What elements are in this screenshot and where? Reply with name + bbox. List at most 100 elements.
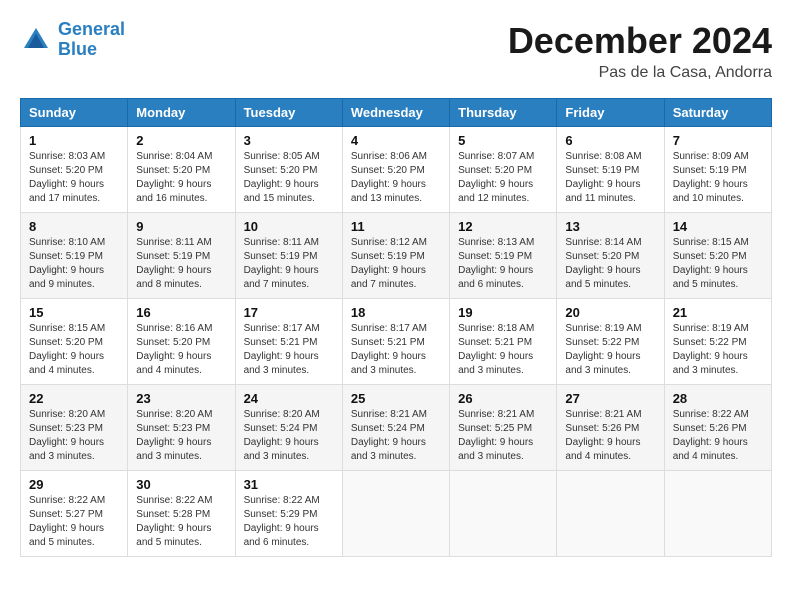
day-info: Sunrise: 8:17 AMSunset: 5:21 PMDaylight:… <box>351 322 441 378</box>
calendar-cell: 31 Sunrise: 8:22 AMSunset: 5:29 PMDayligh… <box>235 471 342 557</box>
day-info: Sunrise: 8:15 AMSunset: 5:20 PMDaylight:… <box>29 322 119 378</box>
calendar-cell: 8Sunrise: 8:10 AMSunset: 5:19 PMDaylight… <box>21 213 128 299</box>
day-number: 26 <box>458 391 548 406</box>
col-header-saturday: Saturday <box>664 99 771 127</box>
calendar-cell: 28Sunrise: 8:22 AMSunset: 5:26 PMDayligh… <box>664 385 771 471</box>
calendar-cell: 14 Sunrise: 8:15 AMSunset: 5:20 PMDayligh… <box>664 213 771 299</box>
calendar-cell: 7 Sunrise: 8:09 AMSunset: 5:19 PMDaylight… <box>664 127 771 213</box>
day-info: Sunrise: 8:20 AMSunset: 5:23 PMDaylight:… <box>136 408 226 464</box>
calendar-cell: 19Sunrise: 8:18 AMSunset: 5:21 PMDayligh… <box>450 299 557 385</box>
calendar-cell: 9 Sunrise: 8:11 AMSunset: 5:19 PMDaylight… <box>128 213 235 299</box>
day-number: 25 <box>351 391 441 406</box>
logo: General Blue <box>20 20 125 60</box>
calendar-week-3: 15 Sunrise: 8:15 AMSunset: 5:20 PMDayligh… <box>21 299 772 385</box>
logo-icon <box>20 24 52 56</box>
day-number: 3 <box>244 133 334 148</box>
day-info: Sunrise: 8:17 AMSunset: 5:21 PMDaylight:… <box>244 322 334 378</box>
page-header: General Blue December 2024 Pas de la Cas… <box>20 20 772 82</box>
calendar-cell: 25Sunrise: 8:21 AMSunset: 5:24 PMDayligh… <box>342 385 449 471</box>
day-number: 18 <box>351 305 441 320</box>
calendar-cell: 18 Sunrise: 8:17 AMSunset: 5:21 PMDayligh… <box>342 299 449 385</box>
calendar-cell: 4Sunrise: 8:06 AMSunset: 5:20 PMDaylight… <box>342 127 449 213</box>
day-number: 10 <box>244 219 334 234</box>
calendar-cell: 17 Sunrise: 8:17 AMSunset: 5:21 PMDayligh… <box>235 299 342 385</box>
day-info: Sunrise: 8:11 AMSunset: 5:19 PMDaylight:… <box>136 236 226 292</box>
day-number: 31 <box>244 477 334 492</box>
day-info: Sunrise: 8:19 AMSunset: 5:22 PMDaylight:… <box>565 322 655 378</box>
day-info: Sunrise: 8:21 AMSunset: 5:25 PMDaylight:… <box>458 408 548 464</box>
calendar-week-2: 8Sunrise: 8:10 AMSunset: 5:19 PMDaylight… <box>21 213 772 299</box>
logo-text: General Blue <box>58 20 125 60</box>
calendar-cell <box>450 471 557 557</box>
day-number: 20 <box>565 305 655 320</box>
day-number: 28 <box>673 391 763 406</box>
day-number: 13 <box>565 219 655 234</box>
calendar-cell: 24Sunrise: 8:20 AMSunset: 5:24 PMDayligh… <box>235 385 342 471</box>
day-info: Sunrise: 8:07 AMSunset: 5:20 PMDaylight:… <box>458 150 548 206</box>
day-info: Sunrise: 8:14 AMSunset: 5:20 PMDaylight:… <box>565 236 655 292</box>
col-header-wednesday: Wednesday <box>342 99 449 127</box>
main-title: December 2024 <box>508 20 772 62</box>
calendar-table: SundayMondayTuesdayWednesdayThursdayFrid… <box>20 98 772 557</box>
calendar-cell: 12 Sunrise: 8:13 AMSunset: 5:19 PMDayligh… <box>450 213 557 299</box>
subtitle: Pas de la Casa, Andorra <box>508 64 772 82</box>
day-number: 9 <box>136 219 226 234</box>
day-info: Sunrise: 8:08 AMSunset: 5:19 PMDaylight:… <box>565 150 655 206</box>
day-info: Sunrise: 8:21 AMSunset: 5:26 PMDaylight:… <box>565 408 655 464</box>
calendar-cell <box>342 471 449 557</box>
day-number: 12 <box>458 219 548 234</box>
day-info: Sunrise: 8:19 AMSunset: 5:22 PMDaylight:… <box>673 322 763 378</box>
day-number: 30 <box>136 477 226 492</box>
calendar-cell: 13 Sunrise: 8:14 AMSunset: 5:20 PMDayligh… <box>557 213 664 299</box>
calendar-cell: 3 Sunrise: 8:05 AMSunset: 5:20 PMDaylight… <box>235 127 342 213</box>
col-header-monday: Monday <box>128 99 235 127</box>
day-number: 7 <box>673 133 763 148</box>
calendar-cell: 16 Sunrise: 8:16 AMSunset: 5:20 PMDayligh… <box>128 299 235 385</box>
day-number: 4 <box>351 133 441 148</box>
col-header-friday: Friday <box>557 99 664 127</box>
day-info: Sunrise: 8:09 AMSunset: 5:19 PMDaylight:… <box>673 150 763 206</box>
calendar-week-1: 1 Sunrise: 8:03 AMSunset: 5:20 PMDaylight… <box>21 127 772 213</box>
day-info: Sunrise: 8:03 AMSunset: 5:20 PMDaylight:… <box>29 150 119 206</box>
day-info: Sunrise: 8:05 AMSunset: 5:20 PMDaylight:… <box>244 150 334 206</box>
day-info: Sunrise: 8:15 AMSunset: 5:20 PMDaylight:… <box>673 236 763 292</box>
day-number: 21 <box>673 305 763 320</box>
day-info: Sunrise: 8:16 AMSunset: 5:20 PMDaylight:… <box>136 322 226 378</box>
day-number: 27 <box>565 391 655 406</box>
day-info: Sunrise: 8:22 AMSunset: 5:29 PMDaylight:… <box>244 494 334 550</box>
day-number: 5 <box>458 133 548 148</box>
calendar-cell: 22Sunrise: 8:20 AMSunset: 5:23 PMDayligh… <box>21 385 128 471</box>
calendar-cell <box>664 471 771 557</box>
calendar-cell: 15 Sunrise: 8:15 AMSunset: 5:20 PMDayligh… <box>21 299 128 385</box>
day-number: 22 <box>29 391 119 406</box>
day-info: Sunrise: 8:12 AMSunset: 5:19 PMDaylight:… <box>351 236 441 292</box>
day-number: 1 <box>29 133 119 148</box>
day-info: Sunrise: 8:11 AMSunset: 5:19 PMDaylight:… <box>244 236 334 292</box>
day-number: 14 <box>673 219 763 234</box>
calendar-cell: 30 Sunrise: 8:22 AMSunset: 5:28 PMDayligh… <box>128 471 235 557</box>
col-header-tuesday: Tuesday <box>235 99 342 127</box>
calendar-cell: 23Sunrise: 8:20 AMSunset: 5:23 PMDayligh… <box>128 385 235 471</box>
day-number: 17 <box>244 305 334 320</box>
day-number: 24 <box>244 391 334 406</box>
day-info: Sunrise: 8:13 AMSunset: 5:19 PMDaylight:… <box>458 236 548 292</box>
calendar-cell: 1 Sunrise: 8:03 AMSunset: 5:20 PMDaylight… <box>21 127 128 213</box>
day-info: Sunrise: 8:04 AMSunset: 5:20 PMDaylight:… <box>136 150 226 206</box>
calendar-cell: 6 Sunrise: 8:08 AMSunset: 5:19 PMDaylight… <box>557 127 664 213</box>
day-number: 15 <box>29 305 119 320</box>
day-number: 16 <box>136 305 226 320</box>
day-number: 29 <box>29 477 119 492</box>
calendar-header-row: SundayMondayTuesdayWednesdayThursdayFrid… <box>21 99 772 127</box>
day-info: Sunrise: 8:22 AMSunset: 5:28 PMDaylight:… <box>136 494 226 550</box>
calendar-cell: 21 Sunrise: 8:19 AMSunset: 5:22 PMDayligh… <box>664 299 771 385</box>
calendar-cell: 26 Sunrise: 8:21 AMSunset: 5:25 PMDayligh… <box>450 385 557 471</box>
col-header-sunday: Sunday <box>21 99 128 127</box>
day-number: 6 <box>565 133 655 148</box>
calendar-cell: 27 Sunrise: 8:21 AMSunset: 5:26 PMDayligh… <box>557 385 664 471</box>
col-header-thursday: Thursday <box>450 99 557 127</box>
day-info: Sunrise: 8:18 AMSunset: 5:21 PMDaylight:… <box>458 322 548 378</box>
calendar-week-5: 29Sunrise: 8:22 AMSunset: 5:27 PMDayligh… <box>21 471 772 557</box>
calendar-cell: 29Sunrise: 8:22 AMSunset: 5:27 PMDayligh… <box>21 471 128 557</box>
calendar-cell: 10 Sunrise: 8:11 AMSunset: 5:19 PMDayligh… <box>235 213 342 299</box>
calendar-cell <box>557 471 664 557</box>
